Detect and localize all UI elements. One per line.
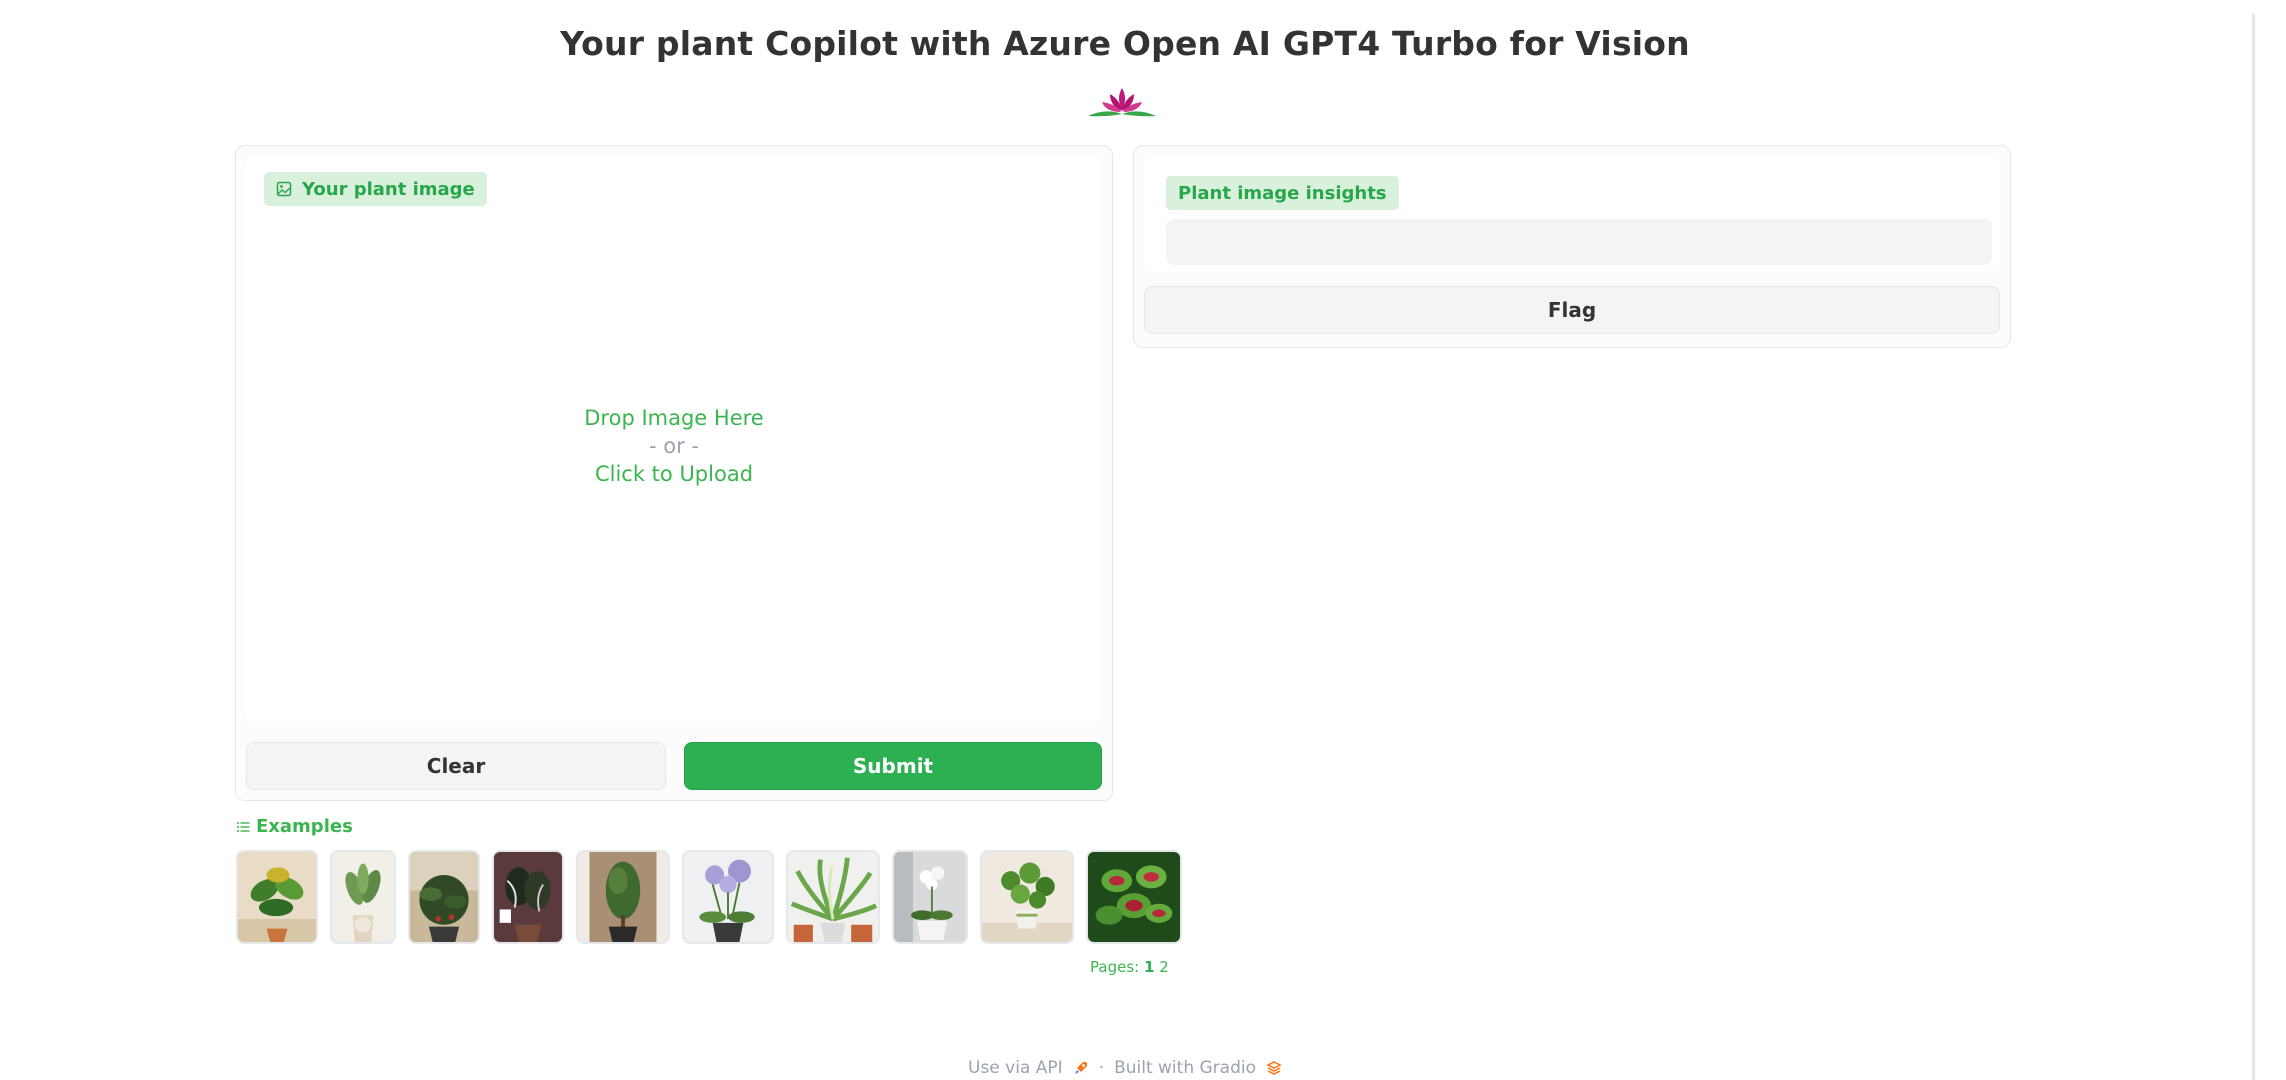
plant-image <box>578 852 668 942</box>
built-with-gradio-link[interactable]: Built with Gradio <box>1114 1058 1256 1078</box>
image-input-panel: Your plant image Drop Image Here - or - … <box>235 145 1113 801</box>
or-text: - or - <box>649 434 699 458</box>
examples-label: Examples <box>236 816 353 837</box>
example-thumbnail-2[interactable] <box>330 850 396 944</box>
insights-output-field[interactable] <box>1166 219 1992 265</box>
use-via-api-link[interactable]: Use via API <box>968 1058 1063 1078</box>
example-thumbnail-7[interactable] <box>786 850 880 944</box>
plant-image <box>494 852 562 942</box>
plant-image <box>982 852 1072 942</box>
insights-label-text: Plant image insights <box>1178 182 1387 204</box>
image-input-label: Your plant image <box>264 172 487 206</box>
pages-label: Pages: <box>1090 958 1140 976</box>
example-thumbnail-3[interactable] <box>408 850 480 944</box>
footer: Use via API · Built with Gradio <box>0 1058 2250 1078</box>
examples-label-text: Examples <box>256 816 353 837</box>
image-upload-dropzone[interactable]: Your plant image Drop Image Here - or - … <box>246 156 1102 722</box>
image-icon <box>276 181 292 197</box>
plant-image <box>1088 852 1180 942</box>
clear-button[interactable]: Clear <box>246 742 666 790</box>
click-to-upload-text[interactable]: Click to Upload <box>246 460 1102 488</box>
plant-image <box>410 852 478 942</box>
example-thumbnail-5[interactable] <box>576 850 670 944</box>
page-link-1[interactable]: 1 <box>1144 958 1154 976</box>
plant-image <box>894 852 966 942</box>
plant-image <box>238 852 316 942</box>
example-thumbnail-10[interactable] <box>1086 850 1182 944</box>
plant-image <box>332 852 394 942</box>
plant-image <box>684 852 772 942</box>
plant-image <box>788 852 878 942</box>
examples-pagination: Pages: 1 2 <box>1090 958 1169 976</box>
insights-label: Plant image insights <box>1166 176 1399 210</box>
example-thumbnail-1[interactable] <box>236 850 318 944</box>
page-title: Your plant Copilot with Azure Open AI GP… <box>560 24 1690 63</box>
footer-separator: · <box>1098 1058 1105 1078</box>
example-thumbnail-8[interactable] <box>892 850 968 944</box>
insights-box: Plant image insights <box>1144 156 2000 272</box>
lotus-icon <box>1088 88 1156 117</box>
gradio-logo-icon <box>1266 1061 1282 1075</box>
example-thumbnail-6[interactable] <box>682 850 774 944</box>
flag-button[interactable]: Flag <box>1144 286 2000 334</box>
drop-image-text: Drop Image Here <box>584 406 764 430</box>
page-scrollbar[interactable] <box>2252 14 2255 1080</box>
image-input-label-text: Your plant image <box>302 178 475 200</box>
list-icon <box>237 821 250 832</box>
example-thumbnail-9[interactable] <box>980 850 1074 944</box>
rocket-icon <box>1074 1061 1087 1074</box>
submit-button[interactable]: Submit <box>684 742 1102 790</box>
insights-output-panel: Plant image insights Flag <box>1133 145 2011 348</box>
example-thumbnail-4[interactable] <box>492 850 564 944</box>
drop-instructions[interactable]: Drop Image Here - or - Click to Upload <box>246 404 1102 488</box>
page-link-2[interactable]: 2 <box>1159 958 1169 976</box>
